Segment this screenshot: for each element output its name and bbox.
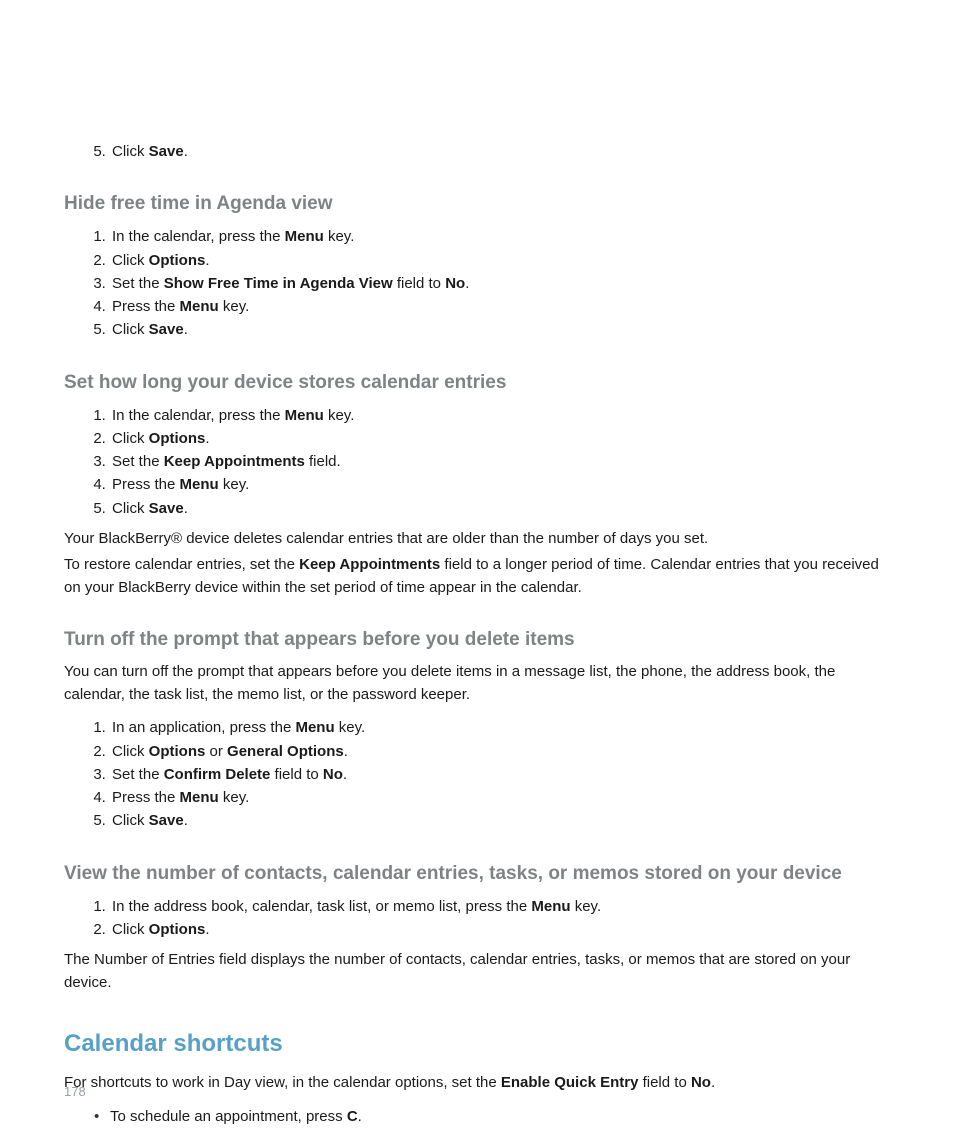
list-item: Click Save.: [110, 809, 890, 832]
step-text: Click: [112, 143, 149, 160]
heading-turn-off-prompt: Turn off the prompt that appears before …: [64, 629, 890, 651]
step-text: .: [184, 143, 188, 160]
turn-off-intro: You can turn off the prompt that appears…: [64, 661, 890, 706]
step-5: Click Save.: [110, 140, 890, 163]
keep-appointments-steps: In the calendar, press the Menu key. Cli…: [64, 404, 890, 520]
list-item: In an application, press the Menu key.: [110, 716, 890, 739]
list-item: Click Options.: [110, 918, 890, 941]
list-item: In the calendar, press the Menu key.: [110, 225, 890, 248]
list-item: Click Options.: [110, 249, 890, 272]
hide-free-time-steps: In the calendar, press the Menu key. Cli…: [64, 225, 890, 341]
list-item: Set the Keep Appointments field.: [110, 450, 890, 473]
keep-note-1: Your BlackBerry® device deletes calendar…: [64, 528, 890, 551]
list-item: Press the Menu key.: [110, 473, 890, 496]
heading-view-entries: View the number of contacts, calendar en…: [64, 863, 890, 885]
view-entries-steps: In the address book, calendar, task list…: [64, 895, 890, 942]
shortcut-bullets: To schedule an appointment, press C.: [64, 1105, 890, 1128]
list-item: Click Options.: [110, 427, 890, 450]
list-item: Click Save.: [110, 318, 890, 341]
heading-calendar-shortcuts: Calendar shortcuts: [64, 1030, 890, 1058]
list-item: Click Save.: [110, 497, 890, 520]
list-item: Press the Menu key.: [110, 786, 890, 809]
shortcuts-intro: For shortcuts to work in Day view, in th…: [64, 1072, 890, 1095]
step-bold: Save: [149, 143, 184, 160]
page-number: 178: [64, 1084, 86, 1099]
heading-keep-appointments: Set how long your device stores calendar…: [64, 372, 890, 394]
keep-note-2: To restore calendar entries, set the Kee…: [64, 554, 890, 599]
document-page: Click Save. Hide free time in Agenda vie…: [0, 0, 954, 1145]
list-item: Set the Confirm Delete field to No.: [110, 763, 890, 786]
turn-off-steps: In an application, press the Menu key. C…: [64, 716, 890, 832]
view-entries-note: The Number of Entries field displays the…: [64, 949, 890, 994]
list-item: Click Options or General Options.: [110, 740, 890, 763]
list-item: In the calendar, press the Menu key.: [110, 404, 890, 427]
continued-steps: Click Save.: [64, 140, 890, 163]
heading-hide-free-time: Hide free time in Agenda view: [64, 193, 890, 215]
list-item: In the address book, calendar, task list…: [110, 895, 890, 918]
list-item: Set the Show Free Time in Agenda View fi…: [110, 272, 890, 295]
list-item: To schedule an appointment, press C.: [110, 1105, 890, 1128]
list-item: Press the Menu key.: [110, 295, 890, 318]
